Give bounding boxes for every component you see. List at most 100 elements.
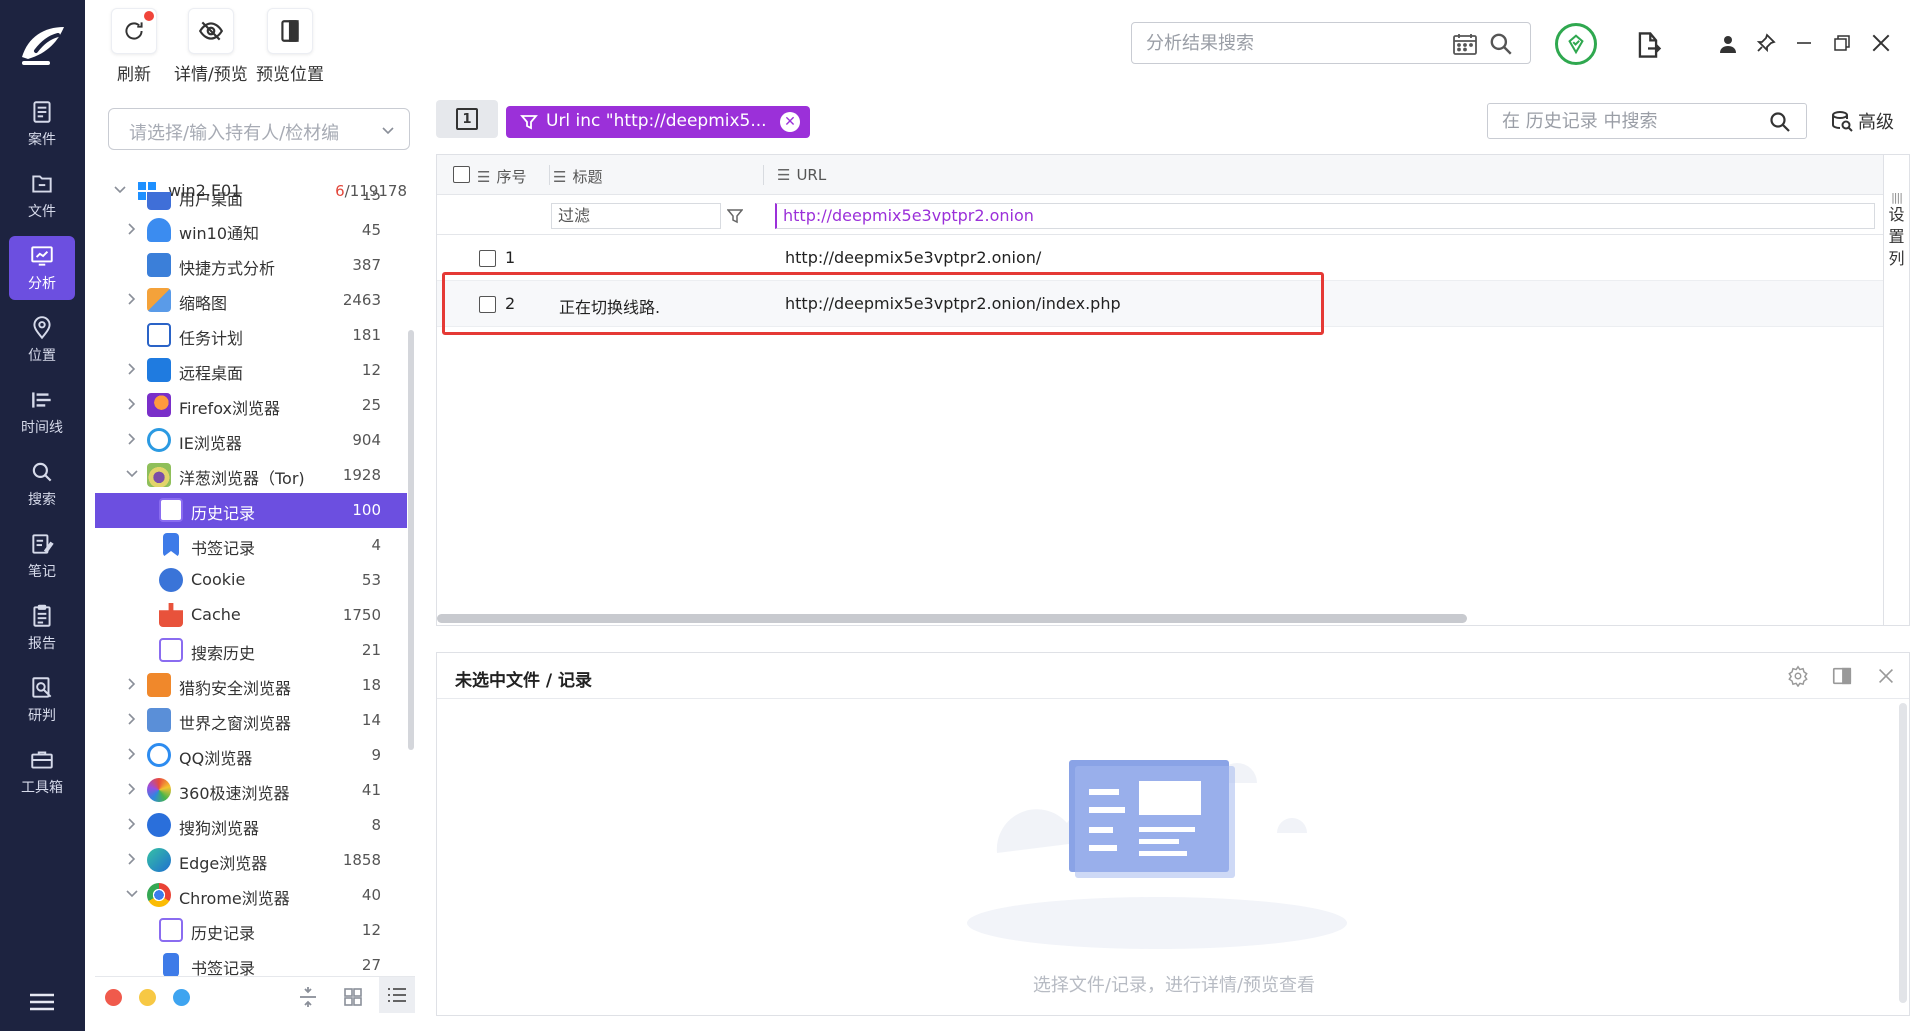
refresh-button[interactable]: 刷新 (111, 8, 157, 85)
tree-item-liebao[interactable]: 猎豹安全浏览器 18 (95, 668, 407, 703)
chevron-right-icon[interactable] (125, 292, 139, 306)
nav-analysis[interactable]: 分析 (9, 236, 75, 300)
row-checkbox[interactable] (479, 250, 496, 267)
tree-item-tor-cookie[interactable]: Cookie 53 (95, 563, 407, 598)
tree-item-tor[interactable]: 洋葱浏览器（Tor) 1928 (95, 458, 407, 493)
preview-scrollbar[interactable] (1899, 703, 1907, 1003)
nav-judge[interactable]: 研判 (9, 668, 75, 732)
export-icon[interactable] (1634, 30, 1662, 60)
title-filter-input[interactable]: 过滤 (551, 203, 721, 229)
grid-view-icon[interactable] (342, 986, 364, 1008)
chevron-right-icon[interactable] (125, 222, 139, 236)
column-divider[interactable] (549, 165, 550, 185)
tree-item-firefox[interactable]: Firefox浏览器 25 (95, 388, 407, 423)
analysis-search-input[interactable] (1132, 23, 1432, 63)
record-count-toggle[interactable]: 1 (436, 100, 498, 138)
nav-search[interactable]: 搜索 (9, 452, 75, 516)
user-icon[interactable] (1718, 34, 1738, 54)
detail-preview-button[interactable]: 详情/预览 (174, 8, 248, 85)
chevron-right-icon[interactable] (125, 362, 139, 376)
horizontal-scrollbar[interactable] (437, 614, 1467, 623)
url-filter-chip[interactable]: Url inc "http://deepmix5... ✕ (506, 106, 810, 138)
calendar-icon[interactable] (1452, 32, 1478, 56)
panel-right-icon (281, 20, 299, 42)
tree-item-sogou[interactable]: 搜狗浏览器 8 (95, 808, 407, 843)
restore-icon[interactable] (1832, 33, 1852, 53)
tree-item-win10-notify[interactable]: win10通知 45 (95, 213, 407, 248)
tree-item-shortcut[interactable]: 快捷方式分析 387 (95, 248, 407, 283)
tree-item-count: 27 (361, 956, 381, 974)
list-view-button[interactable] (379, 977, 415, 1013)
column-divider[interactable] (763, 165, 764, 185)
tree-item-count: 1858 (342, 851, 381, 869)
nav-rail: 案件 文件 分析 位置 时间线 搜索 笔记 报告 研判 工具箱 (0, 0, 85, 1031)
tree-item-remote-desktop[interactable]: 远程桌面 12 (95, 353, 407, 388)
nav-report[interactable]: 报告 (9, 596, 75, 660)
chevron-right-icon[interactable] (125, 397, 139, 411)
tree-item-count: 2463 (342, 291, 381, 309)
tree-item-ie[interactable]: IE浏览器 904 (95, 423, 407, 458)
tree-item-count: 41 (361, 781, 381, 799)
pin-icon[interactable] (1756, 33, 1776, 53)
hamburger-menu-icon[interactable] (28, 990, 56, 1014)
tree-item-task-schedule[interactable]: 任务计划 181 (95, 318, 407, 353)
remove-filter-icon[interactable]: ✕ (780, 112, 800, 132)
url-filter-input[interactable]: http://deepmix5e3vptpr2.onion (775, 203, 1875, 229)
column-index[interactable]: ☰ 序号 (477, 166, 526, 187)
nav-location[interactable]: 位置 (9, 308, 75, 372)
history-search-input[interactable] (1488, 104, 1748, 138)
shield-check-icon[interactable] (1555, 23, 1597, 65)
nav-timeline[interactable]: 时间线 (9, 380, 75, 444)
tree-item-tor-search-history[interactable]: 搜索历史 21 (95, 633, 407, 668)
tree-item-qq-browser[interactable]: QQ浏览器 9 (95, 738, 407, 773)
preview-position-button[interactable]: 预览位置 (256, 8, 324, 85)
tree-item-label: Cookie (191, 570, 246, 589)
close-icon[interactable] (1870, 32, 1892, 54)
chevron-right-icon[interactable] (125, 432, 139, 446)
close-icon[interactable] (1875, 665, 1897, 687)
minimize-icon[interactable] (1794, 33, 1814, 53)
qq-browser-icon (147, 743, 171, 767)
nav-toolbox[interactable]: 工具箱 (9, 740, 75, 804)
holder-select[interactable]: 请选择/输入持有人/检材编 (108, 108, 410, 150)
tree-item-360[interactable]: 360极速浏览器 41 (95, 773, 407, 808)
tree-item-chrome-history[interactable]: 历史记录 12 (95, 913, 407, 948)
chevron-right-icon[interactable] (125, 782, 139, 796)
search-icon[interactable] (1768, 110, 1792, 134)
nav-file[interactable]: 文件 (9, 164, 75, 228)
collapse-all-icon[interactable] (297, 986, 319, 1008)
select-all-checkbox[interactable] (453, 166, 470, 183)
set-columns-button[interactable]: |||| 设 置 列 (1884, 154, 1910, 626)
tree-item-edge[interactable]: Edge浏览器 1858 (95, 843, 407, 878)
chevron-right-icon[interactable] (125, 677, 139, 691)
chevron-right-icon[interactable] (125, 852, 139, 866)
blue-tag-dot[interactable] (173, 989, 190, 1006)
column-url[interactable]: ☰ URL (777, 166, 826, 184)
tree-item-desktop[interactable]: 用户桌面 15 (95, 192, 407, 214)
chevron-down-icon[interactable] (125, 887, 139, 901)
yellow-tag-dot[interactable] (139, 989, 156, 1006)
nav-notes[interactable]: 笔记 (9, 524, 75, 588)
advanced-search-button[interactable]: 高级 (1830, 108, 1894, 134)
tree-item-thumbnail[interactable]: 缩略图 2463 (95, 283, 407, 318)
tree-item-count: 25 (361, 396, 381, 414)
chevron-right-icon[interactable] (125, 712, 139, 726)
tree-item-chrome[interactable]: Chrome浏览器 40 (95, 878, 407, 913)
tree-item-tor-history[interactable]: 历史记录 100 (95, 493, 407, 528)
panel-right-icon[interactable] (1831, 665, 1853, 687)
tree-item-label: Firefox浏览器 (179, 399, 280, 418)
shortcut-icon (147, 253, 171, 277)
tree-item-theworld[interactable]: 世界之窗浏览器 14 (95, 703, 407, 738)
column-title[interactable]: ☰ 标题 (553, 166, 602, 187)
search-icon[interactable] (1488, 31, 1514, 57)
tree-item-tor-bookmarks[interactable]: 书签记录 4 (95, 528, 407, 563)
tree-scrollbar[interactable] (408, 330, 414, 750)
chevron-right-icon[interactable] (125, 817, 139, 831)
nav-case[interactable]: 案件 (9, 92, 75, 156)
red-tag-dot[interactable] (105, 989, 122, 1006)
gear-icon[interactable] (1787, 665, 1809, 687)
chevron-down-icon[interactable] (125, 467, 139, 481)
filter-icon[interactable] (727, 208, 743, 224)
tree-item-tor-cache[interactable]: Cache 1750 (95, 598, 407, 633)
chevron-right-icon[interactable] (125, 747, 139, 761)
